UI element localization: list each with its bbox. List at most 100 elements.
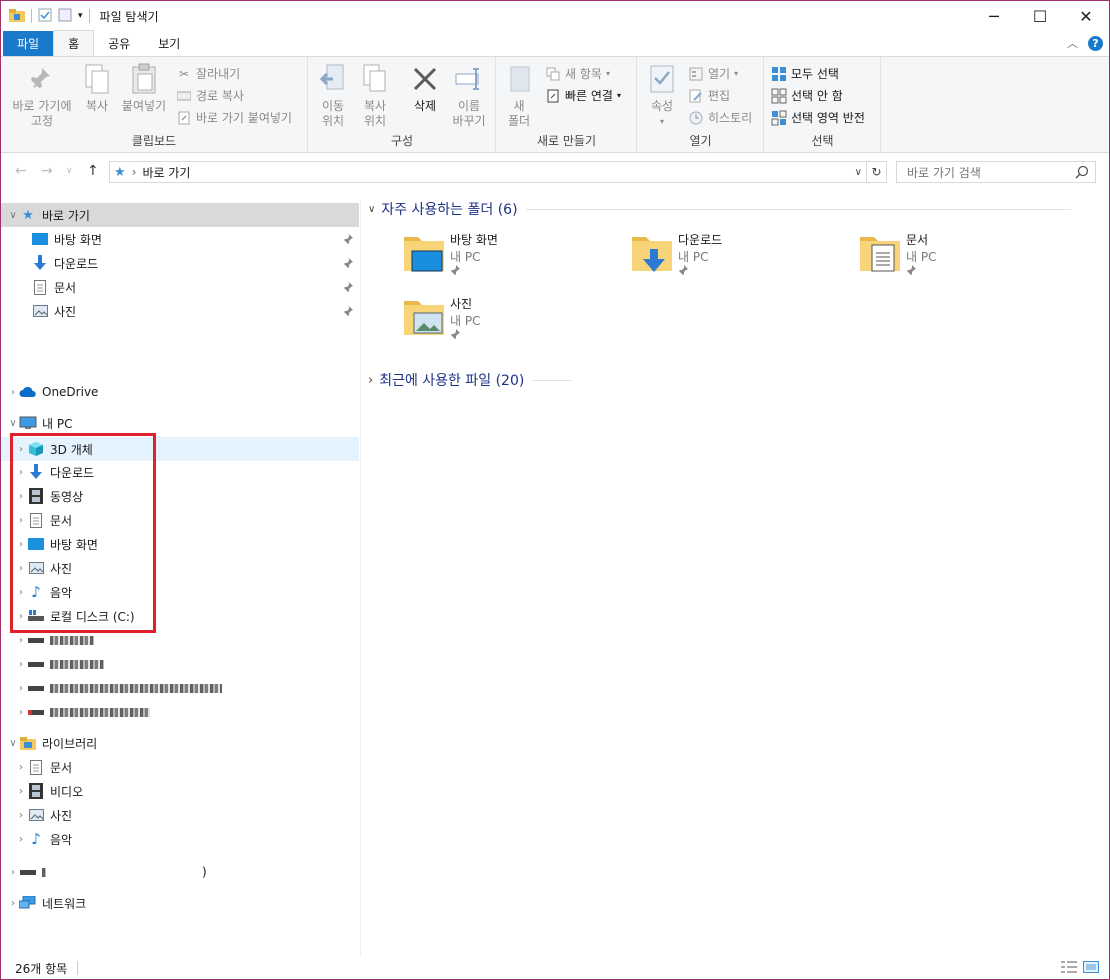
copy-button[interactable]: 복사 xyxy=(79,63,115,114)
nav-libraries[interactable]: ∨ 라이브러리 xyxy=(1,731,359,755)
rename-button[interactable]: 이름 바꾸기 xyxy=(447,63,491,129)
nav-qa-downloads[interactable]: 다운로드 xyxy=(1,251,359,275)
picture-icon xyxy=(27,807,45,823)
folder-tile[interactable]: 다운로드 내 PC xyxy=(630,231,850,291)
nav-onedrive[interactable]: › OneDrive xyxy=(1,380,359,404)
cut-button[interactable]: ✂ 잘라내기 xyxy=(176,65,240,82)
recent-locations-button[interactable]: ∨ xyxy=(66,166,73,176)
chevron-right-icon[interactable]: › xyxy=(7,387,19,398)
nav-lib-documents[interactable]: › 문서 xyxy=(1,755,359,779)
pin-quick-access-button[interactable]: 바로 가기에 고정 xyxy=(7,63,77,129)
tab-file[interactable]: 파일 xyxy=(3,31,54,56)
chevron-right-icon[interactable]: › xyxy=(15,810,27,821)
chevron-down-icon[interactable]: ∨ xyxy=(7,738,19,749)
highlight-box xyxy=(10,433,156,633)
nav-quick-access[interactable]: ∨ ★ 바로 가기 xyxy=(1,203,359,227)
details-view-icon[interactable] xyxy=(1061,961,1077,976)
history-button[interactable]: 히스토리 xyxy=(688,109,752,126)
easy-access-button[interactable]: 빠른 연결 ▾ xyxy=(545,87,621,104)
move-to-button[interactable]: 이동 위치 xyxy=(313,63,353,129)
select-all-button[interactable]: 모두 선택 xyxy=(771,65,839,82)
paste-shortcut-button[interactable]: 바로 가기 붙여넣기 xyxy=(176,109,292,126)
open-button[interactable]: 열기 ▾ xyxy=(688,65,738,82)
nav-qa-desktop[interactable]: 바탕 화면 xyxy=(1,227,359,251)
paste-button[interactable]: 붙여넣기 xyxy=(119,63,169,114)
chevron-down-icon[interactable]: ∨ xyxy=(7,210,19,221)
folder-tile[interactable]: 사진 내 PC xyxy=(402,295,622,355)
select-none-icon xyxy=(771,88,787,104)
nav-drive-blurred[interactable]: › xyxy=(1,676,359,700)
chevron-down-icon[interactable]: ▾ xyxy=(78,11,83,21)
nav-qa-pictures[interactable]: 사진 xyxy=(1,299,359,323)
copy-to-button[interactable]: 복사 위치 xyxy=(355,63,395,129)
select-group: 모두 선택 선택 안 함 선택 영역 반전 선택 xyxy=(765,57,881,153)
chevron-right-icon[interactable]: › xyxy=(7,867,19,878)
chevron-right-icon[interactable]: › xyxy=(7,898,19,909)
nav-lib-music[interactable]: › ♪ 음악 xyxy=(1,827,359,851)
group-label: 선택 xyxy=(811,134,834,148)
folder-tile[interactable]: 바탕 화면 내 PC xyxy=(402,231,622,291)
new-item-button[interactable]: 새 항목 ▾ xyxy=(545,65,610,82)
minimize-button[interactable]: ─ xyxy=(971,1,1017,31)
folder-tile[interactable]: 문서 내 PC xyxy=(858,231,1078,291)
new-folder-icon[interactable] xyxy=(58,8,72,25)
maximize-button[interactable]: ☐ xyxy=(1017,1,1063,31)
chevron-right-icon[interactable]: › xyxy=(15,635,27,646)
nav-qa-documents[interactable]: 문서 xyxy=(1,275,359,299)
chevron-down-icon[interactable]: ∨ xyxy=(7,418,19,429)
computer-icon xyxy=(19,415,37,431)
nav-drive-blurred[interactable]: › ) xyxy=(1,860,359,884)
pin-icon xyxy=(906,264,916,278)
star-icon: ★ xyxy=(114,164,126,180)
chevron-down-icon[interactable]: ∨ xyxy=(368,204,375,215)
properties-button[interactable]: 속성 ▾ xyxy=(642,63,682,129)
breadcrumb[interactable]: 바로 가기 xyxy=(142,164,190,181)
forward-button[interactable]: → xyxy=(41,163,53,179)
properties-icon[interactable] xyxy=(38,8,52,25)
nav-drive-blurred[interactable]: › xyxy=(1,700,359,724)
nav-network[interactable]: › 네트워크 xyxy=(1,891,359,915)
large-icons-view-icon[interactable] xyxy=(1083,961,1099,976)
select-none-button[interactable]: 선택 안 함 xyxy=(771,87,843,104)
copy-path-button[interactable]: 경로 복사 xyxy=(176,87,244,104)
pin-icon xyxy=(678,264,688,278)
nav-this-pc[interactable]: ∨ 내 PC xyxy=(1,411,359,435)
pin-icon xyxy=(450,328,460,342)
view-switcher xyxy=(1061,961,1099,976)
delete-button[interactable]: 삭제 xyxy=(405,63,445,114)
chevron-right-icon[interactable]: › xyxy=(15,659,27,670)
tab-share[interactable]: 공유 xyxy=(94,31,144,56)
chevron-up-icon[interactable]: ︿ xyxy=(1067,35,1078,51)
section-frequent-folders[interactable]: ∨ 자주 사용하는 폴더 (6) xyxy=(368,199,1071,219)
open-icon xyxy=(688,66,704,82)
tab-view[interactable]: 보기 xyxy=(144,31,194,56)
invert-selection-button[interactable]: 선택 영역 반전 xyxy=(771,109,865,126)
film-icon xyxy=(27,783,45,799)
star-icon: ★ xyxy=(22,207,34,223)
refresh-button[interactable]: ↻ xyxy=(867,161,887,183)
new-folder-button[interactable]: 새 폴더 xyxy=(501,63,537,129)
search-input[interactable]: 바로 가기 검색 xyxy=(896,161,1096,183)
edit-button[interactable]: 편집 xyxy=(688,87,730,104)
back-button[interactable]: ← xyxy=(15,163,27,179)
chevron-right-icon[interactable]: › xyxy=(368,373,373,388)
chevron-right-icon[interactable]: › xyxy=(15,786,27,797)
chevron-down-icon[interactable]: ∨ xyxy=(855,167,862,178)
nav-lib-pictures[interactable]: › 사진 xyxy=(1,803,359,827)
drive-icon xyxy=(27,680,45,696)
group-label: 열기 xyxy=(689,134,712,148)
group-label: 클립보드 xyxy=(131,134,177,148)
nav-drive-blurred[interactable]: › xyxy=(1,652,359,676)
nav-lib-videos[interactable]: › 비디오 xyxy=(1,779,359,803)
chevron-right-icon[interactable]: › xyxy=(15,683,27,694)
up-button[interactable]: ↑ xyxy=(87,163,99,179)
tab-home[interactable]: 홈 xyxy=(53,30,95,56)
help-icon[interactable]: ? xyxy=(1088,35,1103,51)
section-recent-files[interactable]: › 최근에 사용한 파일 (20) xyxy=(368,370,573,390)
chevron-right-icon[interactable]: › xyxy=(15,707,27,718)
chevron-right-icon[interactable]: › xyxy=(15,834,27,845)
close-button[interactable]: ✕ xyxy=(1063,1,1109,31)
address-field[interactable]: ★ › 바로 가기 ∨ xyxy=(109,161,867,183)
chevron-right-icon[interactable]: › xyxy=(15,762,27,773)
ribbon: 바로 가기에 고정 복사 붙여넣기 ✂ 잘라내기 경로 복사 바로 가기 붙여넣기… xyxy=(1,56,1109,153)
